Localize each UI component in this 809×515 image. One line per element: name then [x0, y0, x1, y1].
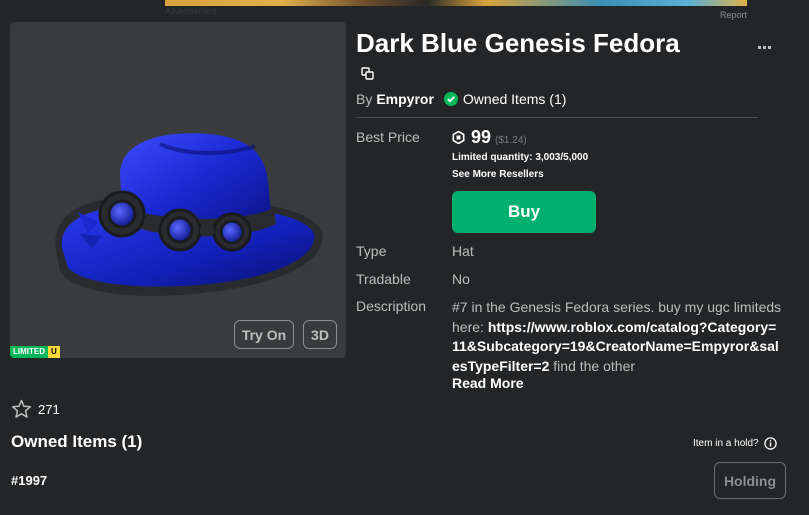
- by-label: By: [356, 91, 373, 107]
- description-tail: find the other: [549, 357, 636, 374]
- divider: [356, 117, 758, 118]
- limited-badge-label: LIMITED: [10, 346, 48, 358]
- copy-icon[interactable]: [361, 67, 374, 85]
- limited-quantity: Limited quantity: 3,003/5,000: [452, 152, 589, 163]
- view-3d-button[interactable]: 3D: [303, 320, 337, 349]
- type-value: Hat: [452, 243, 474, 259]
- see-more-resellers-link[interactable]: See More Resellers: [452, 169, 544, 180]
- tradable-label: Tradable: [356, 271, 411, 287]
- creator-line: By Empyror Owned Items (1): [356, 91, 566, 107]
- item-title: Dark Blue Genesis Fedora: [356, 28, 680, 58]
- serial-number: #1997: [11, 473, 48, 488]
- unique-badge-label: U: [48, 346, 60, 358]
- favorite-count: 271: [38, 401, 60, 417]
- price-row: 99 ($1.24): [452, 127, 527, 148]
- creator-link[interactable]: Empyror: [376, 91, 434, 107]
- robux-icon: [452, 131, 465, 144]
- favorite-button[interactable]: 271: [11, 399, 60, 419]
- holding-button[interactable]: Holding: [714, 462, 786, 499]
- price-usd: ($1.24): [495, 135, 527, 146]
- hold-question[interactable]: Item in a hold?: [693, 437, 777, 450]
- hold-question-label: Item in a hold?: [693, 438, 759, 449]
- type-label: Type: [356, 243, 387, 259]
- best-price-label: Best Price: [356, 129, 420, 145]
- price-value: 99: [471, 127, 492, 147]
- try-on-button[interactable]: Try On: [234, 320, 294, 349]
- report-link[interactable]: Report: [720, 10, 747, 20]
- info-icon[interactable]: [763, 437, 777, 450]
- read-more-link[interactable]: Read More: [452, 375, 524, 391]
- fedora-image: [55, 133, 323, 296]
- description-text: #7 in the Genesis Fedora series. buy my …: [452, 298, 782, 376]
- item-thumbnail: LIMITED U: [10, 22, 346, 358]
- limited-u-badge: LIMITED U: [10, 346, 60, 358]
- star-icon[interactable]: [11, 399, 32, 419]
- ad-label: Advertisement: [165, 7, 217, 16]
- ad-banner[interactable]: [165, 0, 747, 6]
- buy-button[interactable]: Buy: [452, 191, 596, 233]
- description-label: Description: [356, 298, 427, 314]
- more-icon[interactable]: [758, 40, 772, 54]
- tradable-value: No: [452, 271, 470, 287]
- owned-items-link[interactable]: Owned Items (1): [463, 91, 566, 107]
- check-circle-icon: [443, 92, 458, 106]
- owned-items-heading: Owned Items (1): [11, 432, 143, 451]
